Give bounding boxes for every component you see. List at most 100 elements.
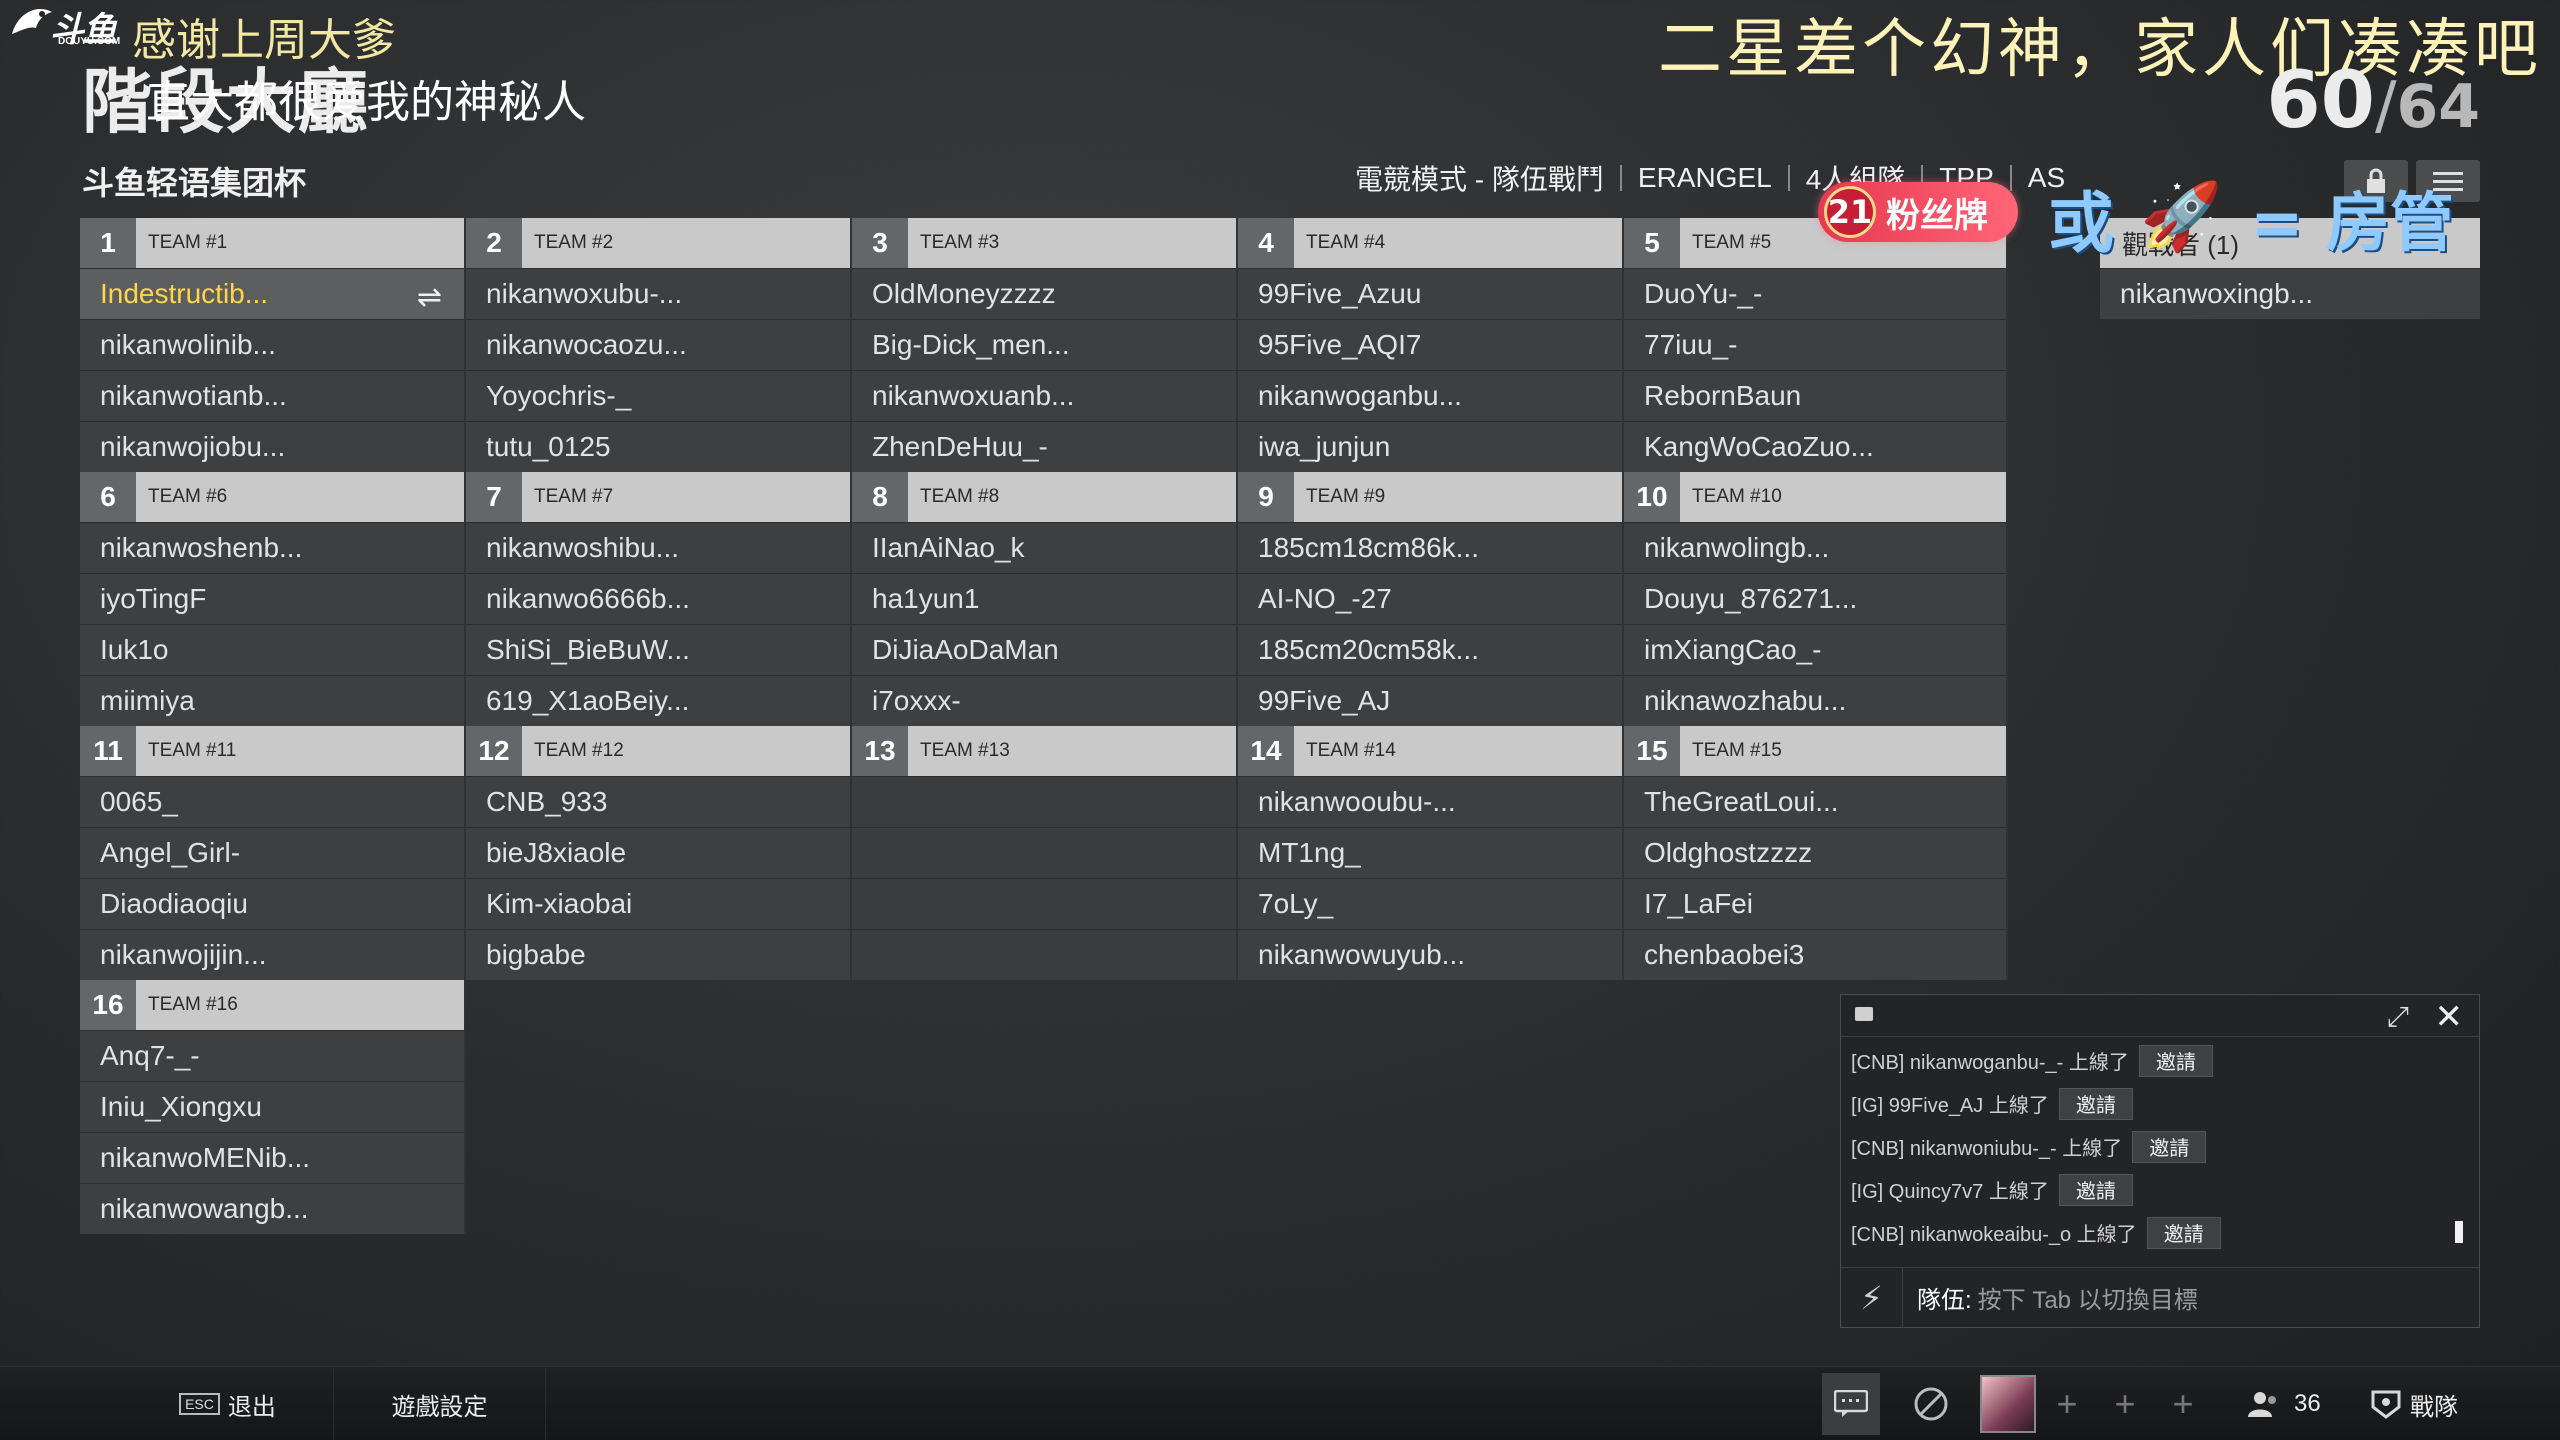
team-header[interactable]: 4 TEAM #4 (1238, 218, 1624, 268)
empty-slot[interactable] (852, 878, 1238, 929)
player-slot[interactable]: ha1yun1 (852, 573, 1238, 624)
player-slot[interactable]: bieJ8xiaole (466, 827, 852, 878)
player-slot[interactable]: bigbabe (466, 929, 852, 980)
player-slot[interactable]: nikanwoganbu... (1238, 370, 1624, 421)
player-slot[interactable]: Big-Dick_men... (852, 319, 1238, 370)
player-slot[interactable]: nikanwolingb... (1624, 522, 2008, 573)
player-slot[interactable]: Iniu_Xiongxu (80, 1081, 466, 1132)
invite-button[interactable]: 邀請 (2058, 1087, 2133, 1120)
player-slot[interactable]: I7_LaFei (1624, 878, 2008, 929)
player-slot[interactable]: Iuk1o (80, 624, 466, 675)
team-header[interactable]: 13 TEAM #13 (852, 726, 1238, 776)
team-header[interactable]: 14 TEAM #14 (1238, 726, 1624, 776)
player-slot[interactable]: Angel_Girl- (80, 827, 466, 878)
team-header[interactable]: 10 TEAM #10 (1624, 472, 2008, 522)
player-slot[interactable]: AI-NO_-27 (1238, 573, 1624, 624)
player-slot[interactable]: 185cm20cm58k... (1238, 624, 1624, 675)
spectator-slot[interactable]: nikanwoxingb... (2100, 268, 2480, 319)
invite-button[interactable]: 邀請 (2146, 1216, 2221, 1249)
player-slot[interactable]: nikanwo6666b... (466, 573, 852, 624)
team-header[interactable]: 9 TEAM #9 (1238, 472, 1624, 522)
player-slot[interactable]: IIanAiNao_k (852, 522, 1238, 573)
player-slot[interactable]: nikanwoshibu... (466, 522, 852, 573)
player-slot[interactable]: nikanwojiobu... (80, 421, 466, 472)
empty-slot[interactable] (852, 929, 1238, 980)
team-header[interactable]: 16 TEAM #16 (80, 980, 466, 1030)
chat-toggle-button[interactable] (1822, 1373, 1880, 1435)
player-slot[interactable]: imXiangCao_- (1624, 624, 2008, 675)
player-slot[interactable]: 0065_ (80, 776, 466, 827)
player-slot[interactable]: 7oLy_ (1238, 878, 1624, 929)
player-slot[interactable]: chenbaobei3 (1624, 929, 2008, 980)
player-slot[interactable]: DiJiaAoDaMan (852, 624, 1238, 675)
player-slot[interactable]: 99Five_AJ (1238, 675, 1624, 726)
player-slot[interactable]: i7oxxx- (852, 675, 1238, 726)
team-header[interactable]: 3 TEAM #3 (852, 218, 1238, 268)
invite-button[interactable]: 邀請 (2132, 1130, 2207, 1163)
player-slot[interactable]: Indestructib... ⇌ (80, 268, 466, 319)
expand-icon[interactable]: ⤢ (2387, 1001, 2409, 1034)
player-slot[interactable]: RebornBaun (1624, 370, 2008, 421)
player-slot[interactable]: nikanwoshenb... (80, 522, 466, 573)
player-slot[interactable]: Douyu_876271... (1624, 573, 2008, 624)
swap-icon[interactable]: ⇌ (417, 280, 442, 315)
player-slot[interactable]: CNB_933 (466, 776, 852, 827)
avatar[interactable] (1980, 1375, 2036, 1433)
player-slot[interactable]: tutu_0125 (466, 421, 852, 472)
player-slot[interactable]: Anq7-_- (80, 1030, 466, 1081)
player-slot[interactable]: Yoyochris-_ (466, 370, 852, 421)
player-slot[interactable]: 185cm18cm86k... (1238, 522, 1624, 573)
player-slot[interactable]: nikanwowuyub... (1238, 929, 1624, 980)
player-slot[interactable]: ZhenDeHuu_- (852, 421, 1238, 472)
player-slot[interactable]: nikanwoxubu-... (466, 268, 852, 319)
player-slot[interactable]: nikanwooubu-... (1238, 776, 1624, 827)
player-slot[interactable]: 619_X1aoBeiy... (466, 675, 852, 726)
team-header[interactable]: 1 TEAM #1 (80, 218, 466, 268)
player-slot[interactable]: nikanwocaozu... (466, 319, 852, 370)
player-slot[interactable]: nikanwoMENib... (80, 1132, 466, 1183)
player-slot[interactable]: OldMoneyzzzz (852, 268, 1238, 319)
player-slot[interactable]: nikanwojijin... (80, 929, 466, 980)
invite-button[interactable]: 邀請 (2138, 1044, 2213, 1077)
empty-slot[interactable] (852, 827, 1238, 878)
player-slot[interactable]: iyoTingF (80, 573, 466, 624)
chat-input[interactable]: ⚡ 隊伍: 按下 Tab 以切換目標 (1841, 1267, 2479, 1328)
close-icon[interactable]: ✕ (2435, 997, 2464, 1037)
empty-slot[interactable] (852, 776, 1238, 827)
team-header[interactable]: 12 TEAM #12 (466, 726, 852, 776)
team-header[interactable]: 2 TEAM #2 (466, 218, 852, 268)
player-slot[interactable]: ShiSi_BieBuW... (466, 624, 852, 675)
player-slot[interactable]: 77iuu_- (1624, 319, 2008, 370)
team-header[interactable]: 11 TEAM #11 (80, 726, 466, 776)
add-member-icon[interactable]: + (2042, 1379, 2092, 1429)
no-voice-button[interactable] (1902, 1373, 1960, 1435)
spectate-button[interactable]: 戰隊 (2370, 1367, 2458, 1440)
player-slot[interactable]: miimiya (80, 675, 466, 726)
player-slot[interactable]: Diaodiaoqiu (80, 878, 466, 929)
player-slot[interactable]: 99Five_Azuu (1238, 268, 1624, 319)
chat-scrollbar[interactable] (2455, 1221, 2463, 1243)
player-slot[interactable]: nikanwolinib... (80, 319, 466, 370)
team-header[interactable]: 8 TEAM #8 (852, 472, 1238, 522)
player-slot[interactable]: iwa_junjun (1238, 421, 1624, 472)
team-header[interactable]: 15 TEAM #15 (1624, 726, 2008, 776)
player-slot[interactable]: Kim-xiaobai (466, 878, 852, 929)
team-header[interactable]: 6 TEAM #6 (80, 472, 466, 522)
player-slot[interactable]: nikanwoxuanb... (852, 370, 1238, 421)
player-slot[interactable]: nikanwotianb... (80, 370, 466, 421)
exit-button[interactable]: ESC 退出 (122, 1367, 334, 1440)
friends-button[interactable]: 36 (2246, 1367, 2321, 1440)
player-slot[interactable]: TheGreatLoui... (1624, 776, 2008, 827)
add-member-icon[interactable]: + (2100, 1379, 2150, 1429)
player-slot[interactable]: Oldghostzzzz (1624, 827, 2008, 878)
player-slot[interactable]: MT1ng_ (1238, 827, 1624, 878)
player-slot[interactable]: KangWoCaoZuo... (1624, 421, 2008, 472)
invite-button[interactable]: 邀請 (2058, 1173, 2133, 1206)
game-settings-button[interactable]: 遊戲設定 (334, 1367, 546, 1440)
lightning-icon[interactable]: ⚡ (1841, 1267, 1903, 1328)
team-header[interactable]: 7 TEAM #7 (466, 472, 852, 522)
player-slot[interactable]: niknawozhabu... (1624, 675, 2008, 726)
add-member-icon[interactable]: + (2158, 1379, 2208, 1429)
player-slot[interactable]: 95Five_AQI7 (1238, 319, 1624, 370)
player-slot[interactable]: DuoYu-_- (1624, 268, 2008, 319)
